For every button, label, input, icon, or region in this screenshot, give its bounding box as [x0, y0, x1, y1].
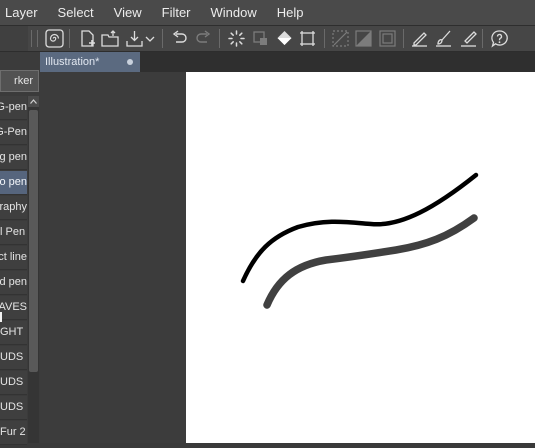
menu-help[interactable]: Help	[267, 0, 314, 25]
pen-ruler-icon[interactable]	[409, 28, 430, 49]
canvas-strokes	[240, 172, 479, 309]
brush-item[interactable]: UDS	[0, 396, 27, 420]
brush-list-scrollbar[interactable]	[28, 96, 39, 443]
chevron-down-icon[interactable]	[143, 28, 157, 49]
toolbar-separator	[162, 29, 163, 48]
selection-icon[interactable]	[330, 28, 351, 49]
menu-view[interactable]: View	[104, 0, 152, 25]
new-file-icon[interactable]	[78, 28, 99, 49]
brush-item[interactable]: G-Pen	[0, 121, 27, 145]
crop-icon[interactable]	[297, 28, 318, 49]
brush-item[interactable]: G-pen	[0, 96, 27, 120]
brush-item[interactable]: d pen	[0, 271, 27, 295]
toolbar-separator	[403, 29, 404, 48]
gray-stroke	[263, 214, 478, 309]
menu-filter[interactable]: Filter	[152, 0, 201, 25]
menu-window[interactable]: Window	[201, 0, 267, 25]
toolbar-separator	[324, 29, 325, 48]
eraser-icon[interactable]	[458, 28, 479, 49]
fill-icon[interactable]	[274, 28, 295, 49]
redo-icon[interactable]	[193, 28, 214, 49]
brush-item[interactable]: Fur 2	[0, 421, 27, 445]
scrollbar-thumb[interactable]	[29, 110, 38, 372]
brush-item[interactable]: graphy	[0, 196, 27, 220]
black-stroke	[240, 172, 479, 284]
brush-item[interactable]: ct line	[0, 246, 27, 270]
open-file-icon[interactable]	[100, 28, 121, 49]
menu-layer[interactable]: Layer	[0, 0, 48, 25]
drawing-canvas[interactable]	[186, 72, 535, 443]
mask-icon[interactable]	[353, 28, 374, 49]
brush-item[interactable]: UDS	[0, 346, 27, 370]
brush-icon[interactable]	[433, 28, 454, 49]
frame-icon[interactable]	[377, 28, 398, 49]
tab-illustration[interactable]: Illustration*	[40, 52, 140, 72]
tab-close-icon[interactable]	[127, 59, 133, 65]
sub-tool-group-label[interactable]: rker	[0, 70, 39, 92]
spiral-icon[interactable]	[44, 28, 65, 49]
toolbar-separator	[219, 29, 220, 48]
menu-select[interactable]: Select	[48, 0, 104, 25]
undo-icon[interactable]	[169, 28, 190, 49]
loading-icon[interactable]	[226, 28, 247, 49]
tab-title: Illustration*	[45, 56, 100, 68]
toolbar-separator	[482, 29, 483, 48]
export-icon[interactable]	[124, 28, 145, 49]
brush-item[interactable]: l Pen	[0, 221, 27, 245]
scroll-up-icon[interactable]	[28, 96, 39, 107]
menu-bar: Layer Select View Filter Window Help	[0, 0, 535, 26]
clear-icon[interactable]	[250, 28, 271, 49]
help-icon[interactable]	[489, 28, 510, 49]
brush-list: G-pen G-Pen ng pen po pen graphy l Pen c…	[0, 96, 27, 446]
toolbar-left-area	[0, 26, 28, 51]
command-bar	[0, 26, 535, 52]
toolbar-separator	[69, 29, 70, 48]
brush-item[interactable]: ng pen	[0, 146, 27, 170]
brush-item[interactable]: AVES	[0, 296, 27, 320]
toolbar-grip[interactable]	[31, 30, 38, 47]
text-cursor	[0, 312, 2, 322]
brush-item[interactable]: GHT	[0, 321, 27, 345]
brush-item-selected[interactable]: po pen	[0, 171, 27, 195]
brush-item[interactable]: UDS	[0, 371, 27, 395]
